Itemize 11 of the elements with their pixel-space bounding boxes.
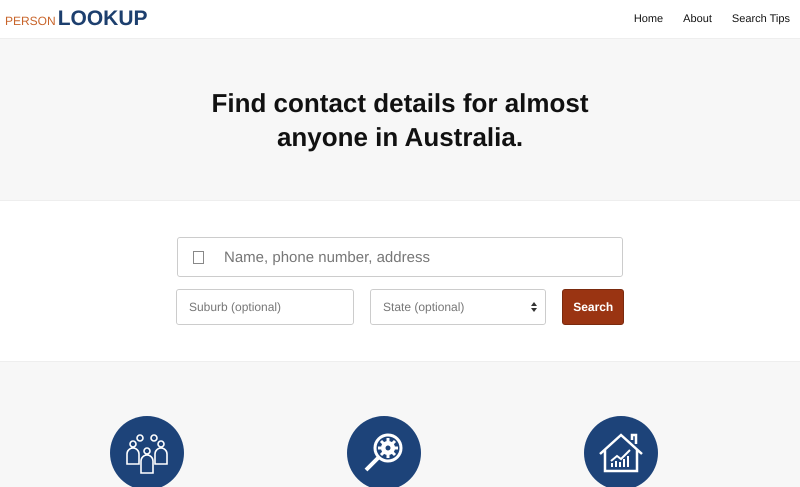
search-button[interactable]: Search [562,289,624,325]
suburb-field[interactable]: Suburb (optional) [176,289,354,325]
nav-link[interactable]: About [683,13,712,25]
nav-link[interactable]: Home [634,13,664,25]
search-field[interactable]: Name, phone number, address [177,237,623,277]
square-icon [193,251,204,264]
state-select[interactable]: State (optional) [370,289,546,325]
hero-title: Find contact details for almost anyone in Australia. [210,86,590,154]
logo[interactable]: PERSON LOOKUP [5,7,148,31]
nav-link[interactable]: Search Tips [732,13,790,25]
sort-arrows-icon [531,302,538,312]
